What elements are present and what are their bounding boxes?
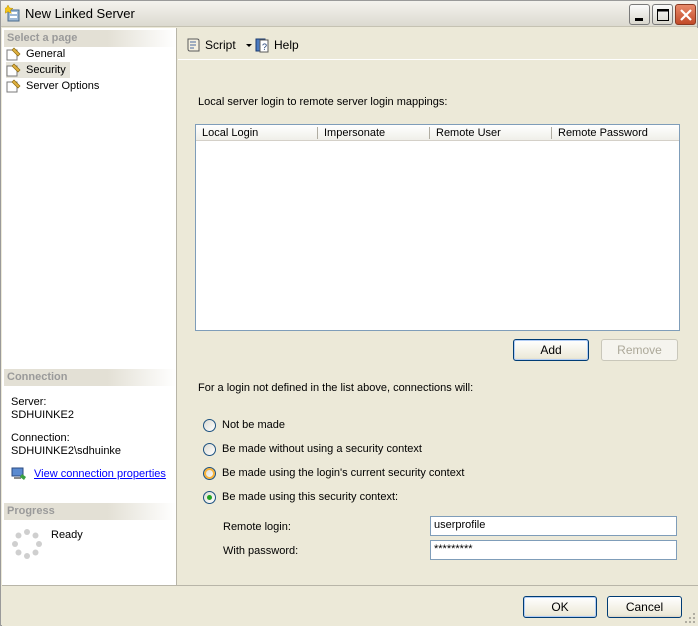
server-value: SDHUINKE2 [11, 409, 74, 421]
page-item-general[interactable]: General [6, 46, 65, 62]
mappings-label: Local server login to remote server logi… [198, 96, 448, 108]
page-wrench-icon [6, 47, 21, 61]
password-label: With password: [223, 545, 299, 557]
page-item-label: Security [26, 64, 66, 76]
left-pane: Select a page General Security Server Op… [2, 28, 177, 585]
script-icon [187, 38, 200, 52]
resize-grip-icon[interactable] [684, 612, 696, 624]
radio-label: Be made using the login's current securi… [222, 467, 465, 479]
remote-login-input[interactable]: userprofile [430, 516, 677, 536]
radio-label: Not be made [222, 419, 285, 431]
title-bar[interactable]: New Linked Server [1, 1, 697, 27]
column-header[interactable]: Remote Password [558, 127, 648, 139]
radio-button[interactable] [203, 466, 216, 480]
radio-not-be-made[interactable]: Not be made [203, 417, 285, 433]
help-button[interactable]: ? Help [254, 36, 299, 54]
linked-server-dialog: New Linked Server Select a page General … [0, 0, 698, 626]
radio-button[interactable] [203, 490, 216, 504]
remove-button[interactable]: Remove [601, 339, 678, 361]
maximize-icon [657, 9, 669, 21]
column-header[interactable]: Local Login [202, 127, 258, 139]
page-wrench-icon [6, 79, 21, 93]
server-star-icon [5, 5, 20, 22]
radio-login-current-context[interactable]: Be made using the login's current securi… [203, 465, 464, 481]
footer-bar: OK Cancel [2, 585, 698, 626]
column-separator[interactable] [551, 127, 552, 139]
password-input[interactable]: ********* [430, 540, 677, 560]
column-separator[interactable] [429, 127, 430, 139]
login-mappings-grid[interactable]: Local Login Impersonate Remote User Remo… [195, 124, 680, 331]
right-pane: Script ? Help Local server login to remo… [178, 28, 698, 585]
connection-label: Connection: [11, 432, 70, 444]
radio-button[interactable] [203, 442, 216, 456]
radio-button[interactable] [203, 418, 216, 432]
ok-button[interactable]: OK [523, 596, 597, 618]
window-title: New Linked Server [25, 6, 135, 21]
close-button[interactable] [675, 4, 696, 25]
radio-selected-dot [207, 494, 212, 500]
help-book-icon: ? [255, 38, 269, 53]
progress-status: Ready [51, 529, 83, 541]
connection-value: SDHUINKE2\sdhuinke [11, 445, 122, 457]
minimize-icon [635, 18, 643, 21]
add-button[interactable]: Add [513, 339, 589, 361]
page-item-server-options[interactable]: Server Options [6, 78, 99, 94]
page-item-security[interactable]: Security [6, 62, 70, 78]
radio-this-security-context[interactable]: Be made using this security context: [203, 489, 398, 505]
radio-without-security-context[interactable]: Be made without using a security context [203, 441, 422, 457]
minimize-button[interactable] [629, 4, 650, 25]
grid-header: Local Login Impersonate Remote User Remo… [196, 125, 679, 141]
toolbar: Script ? Help [178, 28, 698, 60]
script-button[interactable]: Script [185, 36, 254, 54]
connection-properties-icon [11, 467, 26, 480]
help-label: Help [274, 38, 299, 52]
view-connection-properties-link[interactable]: View connection properties [34, 468, 166, 480]
select-page-header: Select a page [4, 30, 176, 47]
maximize-button[interactable] [652, 4, 673, 25]
column-header[interactable]: Impersonate [324, 127, 385, 139]
cancel-button[interactable]: Cancel [607, 596, 682, 618]
connection-header: Connection [4, 369, 176, 386]
column-header[interactable]: Remote User [436, 127, 501, 139]
page-item-label: Server Options [26, 80, 100, 92]
radio-label: Be made using this security context: [222, 491, 399, 503]
close-icon [680, 9, 692, 21]
column-separator[interactable] [317, 127, 318, 139]
progress-header: Progress [4, 503, 176, 520]
security-page: Local server login to remote server logi… [178, 66, 698, 585]
radio-label: Be made without using a security context [222, 443, 422, 455]
remote-login-label: Remote login: [223, 521, 291, 533]
script-label: Script [205, 38, 236, 52]
not-defined-label: For a login not defined in the list abov… [198, 382, 474, 394]
progress-spinner-icon [12, 529, 42, 559]
page-wrench-icon [6, 63, 21, 77]
svg-text:?: ? [262, 42, 267, 52]
dropdown-arrow-icon[interactable] [244, 40, 254, 50]
server-label: Server: [11, 396, 47, 408]
page-item-label: General [26, 48, 66, 60]
